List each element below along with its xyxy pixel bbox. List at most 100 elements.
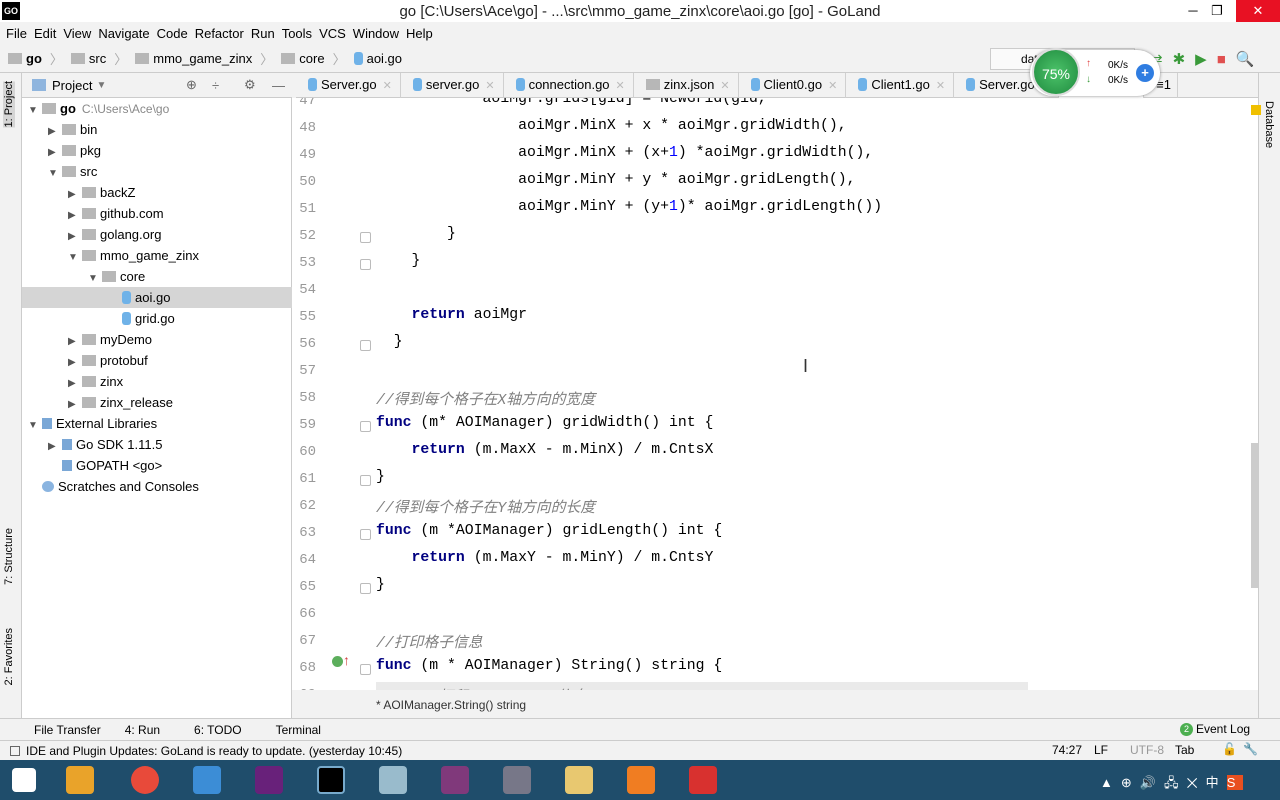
tab-client1-go[interactable]: Client1.go ✕ [846, 73, 955, 98]
tree-item[interactable]: ▶ Go SDK 1.11.5 [22, 434, 292, 455]
close-icon[interactable]: ✕ [616, 80, 625, 92]
tab-connection-go[interactable]: connection.go ✕ [504, 73, 634, 98]
caret-position[interactable]: 74:27 [1052, 743, 1082, 757]
close-icon[interactable]: ✕ [936, 80, 945, 92]
fold-toggle-icon[interactable] [360, 583, 371, 594]
menu-item-run[interactable]: Run [251, 22, 282, 44]
hide-icon[interactable]: — [272, 78, 285, 93]
chevron-right-icon[interactable]: ▶ [68, 352, 82, 373]
tree-item[interactable]: ▼ External Libraries [22, 413, 292, 434]
onenote-icon[interactable] [441, 766, 469, 794]
tool-terminal[interactable]: Terminal [276, 723, 321, 737]
xmind-icon[interactable] [689, 766, 717, 794]
warning-marker[interactable] [1251, 105, 1261, 115]
chevron-down-icon[interactable]: ▼ [88, 268, 102, 289]
tree-item[interactable]: Scratches and Consoles [22, 476, 292, 497]
tree-item[interactable]: ▶ protobuf [22, 350, 292, 371]
tab-server-go[interactable]: Server.go ✕ [296, 73, 401, 98]
window-app-icon[interactable] [503, 766, 531, 794]
menu-item-file[interactable]: File [6, 22, 34, 44]
tree-item[interactable]: ▶ bin [22, 119, 292, 140]
menu-item-edit[interactable]: Edit [34, 22, 63, 44]
chevron-right-icon[interactable]: ▶ [68, 184, 82, 205]
fold-toggle-icon[interactable] [360, 475, 371, 486]
tree-item[interactable]: grid.go [22, 308, 292, 329]
tab-client0-go[interactable]: Client0.go ✕ [739, 73, 847, 98]
chevron-right-icon[interactable]: ▶ [48, 142, 62, 163]
chevron-right-icon[interactable]: ▶ [68, 331, 82, 352]
tree-item[interactable]: ▶ zinx_release [22, 392, 292, 413]
menu-item-refactor[interactable]: Refactor [195, 22, 251, 44]
chevron-down-icon[interactable]: ▼ [96, 80, 106, 91]
chevron-right-icon[interactable]: ▶ [68, 373, 82, 394]
lock-icon[interactable]: 🔓🔧 [1222, 742, 1264, 756]
tool-tab-project[interactable]: 1: Project [3, 81, 15, 128]
status-message[interactable]: IDE and Plugin Updates: GoLand is ready … [26, 744, 402, 758]
breadcrumb-item[interactable]: core [281, 51, 325, 66]
tree-item[interactable]: ▶ pkg [22, 140, 292, 161]
system-tray-icons[interactable]: ▲⊕🔊🖧✕中S [1100, 772, 1244, 796]
tool-file-transfer[interactable]: File Transfer [34, 723, 101, 737]
menu-item-code[interactable]: Code [157, 22, 195, 44]
editor-scrollbar[interactable] [1251, 443, 1258, 588]
tab-server-go[interactable]: server.go ✕ [401, 73, 504, 98]
windows-start-icon[interactable] [12, 768, 36, 792]
fold-toggle-icon[interactable] [360, 340, 371, 351]
close-icon[interactable]: ✕ [383, 80, 392, 92]
tree-item[interactable]: ▼ mmo_game_zinx [22, 245, 292, 266]
pdf-icon[interactable] [627, 766, 655, 794]
chevron-right-icon[interactable]: ▶ [68, 205, 82, 226]
indent[interactable]: Tab [1175, 743, 1194, 757]
file-explorer-icon[interactable] [565, 766, 593, 794]
breadcrumb-item[interactable]: aoi.go [353, 51, 402, 66]
breadcrumb-item[interactable]: go [8, 51, 42, 66]
chevron-down-icon[interactable]: ▼ [28, 100, 42, 121]
chevron-right-icon[interactable]: ▶ [48, 121, 62, 142]
menu-item-navigate[interactable]: Navigate [98, 22, 156, 44]
menu-item-help[interactable]: Help [406, 22, 440, 44]
fold-toggle-icon[interactable] [360, 529, 371, 540]
breadcrumb-item[interactable]: src [70, 51, 106, 66]
gear-icon[interactable]: ⚙ [244, 77, 256, 93]
tree-item[interactable]: ▼ core [22, 266, 292, 287]
visual-studio-icon[interactable] [255, 766, 283, 794]
fold-toggle-icon[interactable] [360, 232, 371, 243]
menu-item-tools[interactable]: Tools [282, 22, 319, 44]
menu-item-vcs[interactable]: VCS [319, 22, 353, 44]
tool-tab-structure[interactable]: 7: Structure [3, 528, 15, 585]
close-icon[interactable]: ✕ [828, 80, 837, 92]
tree-item[interactable]: ▶ zinx [22, 371, 292, 392]
locate-icon[interactable]: ⊕ [186, 77, 197, 93]
event-log-button[interactable]: Event Log [1196, 722, 1250, 736]
run-toolbar-icons[interactable]: ⇄✱▶■🔍 [1150, 50, 1264, 68]
line-separator[interactable]: LF [1094, 743, 1108, 757]
close-button[interactable]: ✕ [1236, 0, 1280, 22]
fold-toggle-icon[interactable] [360, 421, 371, 432]
close-icon[interactable]: ✕ [485, 80, 494, 92]
tree-item[interactable]: ▶ myDemo [22, 329, 292, 350]
tool-tab-favorites[interactable]: 2: Favorites [3, 628, 15, 685]
menu-item-window[interactable]: Window [353, 22, 406, 44]
tree-item[interactable]: ▶ backZ [22, 182, 292, 203]
tab-zinx-json[interactable]: zinx.json ✕ [634, 73, 739, 98]
tool-tab-database[interactable]: Database [1263, 101, 1275, 148]
chevron-right-icon[interactable]: ▶ [68, 226, 82, 247]
fold-toggle-icon[interactable] [360, 259, 371, 270]
tree-item[interactable]: ▶ github.com [22, 203, 292, 224]
tree-item[interactable]: aoi.go [22, 287, 292, 308]
fold-toggle-icon[interactable] [360, 664, 371, 675]
app-icon[interactable] [66, 766, 94, 794]
chevron-down-icon[interactable]: ▼ [48, 163, 62, 184]
chevron-right-icon[interactable]: ▶ [48, 436, 62, 457]
maximize-button[interactable]: ❐ [1200, 0, 1234, 22]
goland-taskbar-icon[interactable] [317, 766, 345, 794]
implements-icon[interactable] [332, 656, 343, 667]
close-icon[interactable]: ✕ [720, 80, 729, 92]
collapse-icon[interactable]: ÷ [212, 78, 219, 93]
encoding[interactable]: UTF-8 [1130, 743, 1164, 757]
tool-todo[interactable]: 6: TODO [194, 723, 242, 737]
remote-desktop-icon[interactable] [193, 766, 221, 794]
tree-item[interactable]: ▼ go C:\Users\Ace\go [22, 98, 292, 119]
chrome-icon[interactable] [131, 766, 159, 794]
plus-icon[interactable]: + [1136, 64, 1154, 82]
